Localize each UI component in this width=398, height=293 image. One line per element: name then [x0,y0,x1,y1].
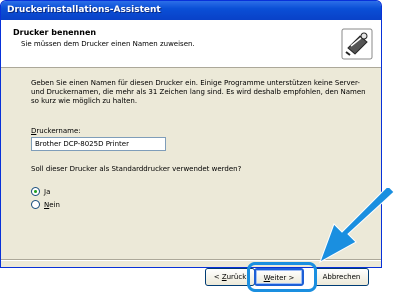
radio-no-label: Nein [44,201,60,209]
printer-name-input[interactable] [31,137,166,151]
next-button-highlight [247,262,317,292]
radio-yes-label: Ja [44,188,50,196]
window-title: Druckerinstallations-Assistent [7,5,161,15]
instructions: Geben Sie einen Namen für diesen Drucker… [31,79,371,106]
label-rest: ruckername: [36,127,81,135]
radio-no-rest: ein [49,200,60,209]
cancel-button[interactable]: Abbrechen [314,268,369,286]
printer-wizard-icon [341,28,373,60]
pointer-arrow-icon [319,188,395,264]
back-prefix: < [213,273,222,281]
instructions-text: Geben Sie einen Namen für diesen Drucker… [31,79,366,105]
radio-option-no[interactable]: Nein [31,200,60,209]
radio-yes-rest: a [46,187,51,196]
radio-yes[interactable] [31,187,40,196]
header-title: Drucker benennen [13,28,97,37]
radio-option-yes[interactable]: Ja [31,187,50,196]
default-printer-question: Soll dieser Drucker als Standarddrucker … [31,165,242,173]
radio-no[interactable] [31,200,40,209]
title-bar: Druckerinstallations-Assistent [1,1,381,20]
printer-name-label: Druckername: [31,127,81,135]
back-rest: urück [226,273,247,281]
wizard-header: Drucker benennen Sie müssen dem Drucker … [1,20,381,68]
header-subtitle: Sie müssen dem Drucker einen Namen zuwei… [21,40,195,48]
